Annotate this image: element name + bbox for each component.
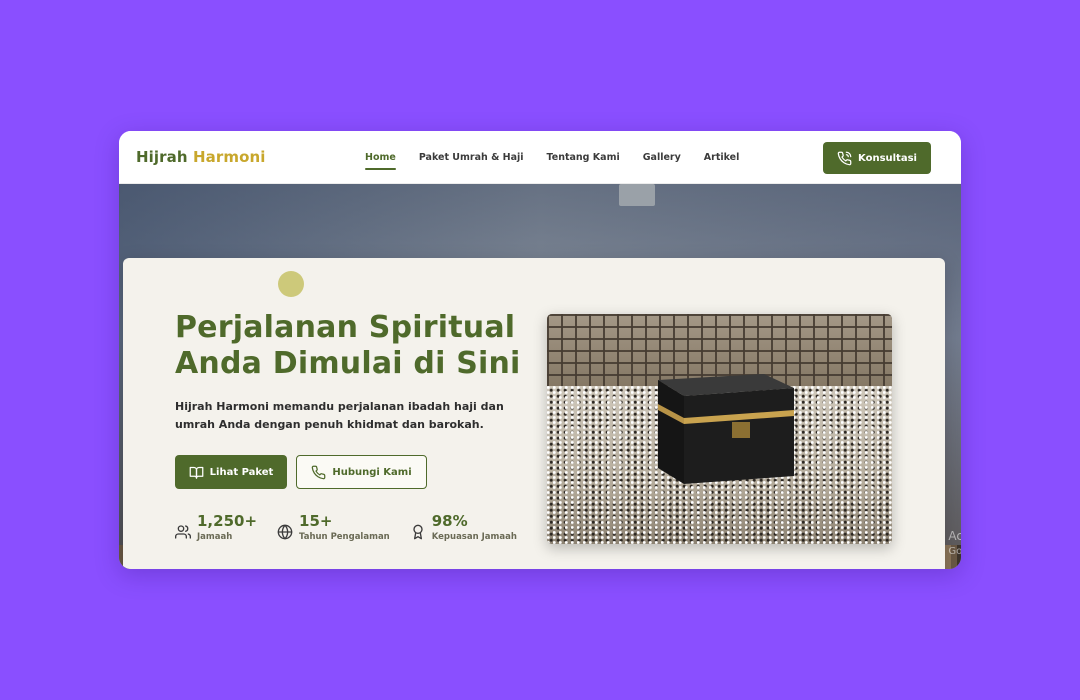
stat-value: 1,250+ (197, 512, 258, 530)
hero-background: Ac Go Perjalanan Spiritual Anda Dimulai … (119, 184, 961, 569)
hero-headline: Perjalanan Spiritual Anda Dimulai di Sin… (175, 310, 535, 382)
lihat-paket-button[interactable]: Lihat Paket (175, 455, 287, 489)
stat-kepuasan: 98% Kepuasan Jamaah (410, 512, 517, 542)
hubungi-kami-button[interactable]: Hubungi Kami (296, 455, 427, 489)
nav-item-artikel[interactable]: Artikel (704, 152, 740, 163)
stats-row: 1,250+ Jamaah 15+ Tahun Pengalaman 98% K… (175, 512, 517, 542)
stat-pengalaman: 15+ Tahun Pengalaman (277, 512, 390, 542)
decorative-dot (278, 271, 304, 297)
watermark-line-1: Ac (948, 529, 961, 543)
hubungi-kami-label: Hubungi Kami (332, 466, 412, 478)
brand-name-part2: Harmoni (192, 148, 266, 166)
hero-subtitle: Hijrah Harmoni memandu perjalanan ibadah… (175, 400, 504, 431)
stat-label: Tahun Pengalaman (299, 532, 390, 542)
brand-logo[interactable]: Hijrah Harmoni (136, 148, 266, 166)
users-icon (175, 525, 191, 539)
hero-card: Perjalanan Spiritual Anda Dimulai di Sin… (123, 258, 945, 569)
konsultasi-button[interactable]: Konsultasi (823, 142, 931, 174)
watermark-line-2: Go (948, 546, 961, 557)
book-open-icon (189, 466, 204, 479)
kaaba-shape (658, 374, 794, 484)
navbar: Hijrah Harmoni Home Paket Umrah & Haji T… (119, 131, 961, 184)
globe-icon (277, 524, 293, 540)
nav-item-gallery[interactable]: Gallery (643, 152, 681, 163)
lihat-paket-label: Lihat Paket (209, 466, 274, 478)
phone-icon (837, 151, 852, 165)
main-nav: Home Paket Umrah & Haji Tentang Kami Gal… (365, 131, 739, 184)
award-icon (413, 524, 423, 540)
background-tower (619, 184, 655, 206)
nav-item-tentang-kami[interactable]: Tentang Kami (547, 152, 620, 163)
stat-jamaah: 1,250+ Jamaah (175, 512, 257, 542)
activation-watermark: Ac Go (948, 529, 961, 559)
stat-label: Kepuasan Jamaah (431, 532, 517, 542)
browser-frame: Hijrah Harmoni Home Paket Umrah & Haji T… (119, 131, 961, 569)
konsultasi-label: Konsultasi (858, 152, 917, 164)
headline-line-1: Perjalanan Spiritual (175, 310, 516, 345)
stat-value: 98% (431, 512, 468, 530)
nav-item-home[interactable]: Home (365, 152, 396, 170)
nav-item-paket[interactable]: Paket Umrah & Haji (419, 152, 524, 163)
stat-label: Jamaah (197, 532, 233, 542)
stat-value: 15+ (299, 512, 333, 530)
brand-name-part1: Hijrah (136, 148, 188, 166)
kaaba-photo (547, 314, 892, 544)
headline-line-2: Anda Dimulai di Sini (175, 346, 521, 381)
phone-icon (312, 465, 326, 479)
